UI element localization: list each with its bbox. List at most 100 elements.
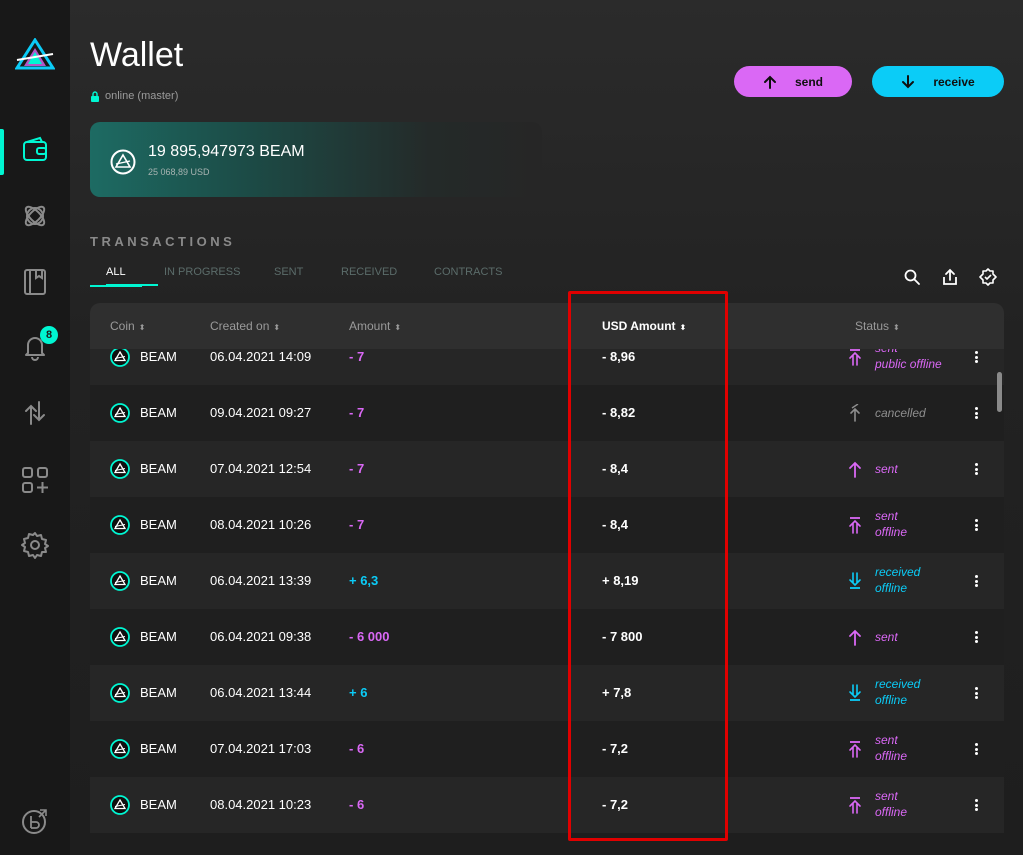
row-menu-button[interactable] — [972, 405, 980, 421]
table-row[interactable]: BEAM 09.04.2021 09:27 - 7 - 8,82 cancelled — [90, 385, 1004, 441]
row-menu-button[interactable] — [972, 629, 980, 645]
row-menu-button[interactable] — [972, 461, 980, 477]
sidebar-item-address-book[interactable] — [0, 259, 70, 305]
sent-public-offline-icon — [849, 349, 861, 366]
table-row[interactable]: BEAM 06.04.2021 13:39 + 6,3 + 8,19 received o… — [90, 553, 1004, 609]
row-usd-amount: - 8,96 — [602, 349, 636, 364]
row-coin: BEAM — [140, 629, 177, 644]
tab-sent[interactable]: SENT — [274, 266, 303, 278]
dot — [974, 416, 978, 419]
dot — [974, 747, 978, 751]
search-icon[interactable] — [903, 268, 921, 286]
dot — [974, 411, 978, 415]
row-coin: BEAM — [140, 461, 177, 476]
beam-coin-icon — [110, 739, 130, 759]
sidebar-item-atom[interactable] — [0, 193, 70, 239]
row-menu-button[interactable] — [972, 517, 980, 533]
row-date: 06.04.2021 13:39 — [210, 573, 312, 588]
row-coin: BEAM — [140, 349, 177, 364]
row-menu-button[interactable] — [972, 349, 980, 365]
row-status: sent offline — [875, 788, 907, 820]
row-amount: + 6,3 — [349, 573, 379, 588]
sidebar-item-wallet[interactable] — [0, 127, 70, 175]
beam-coin-icon — [110, 515, 130, 535]
table-row[interactable]: BEAM 06.04.2021 14:09 - 7 - 8,96 sent public … — [90, 349, 1004, 385]
tab-all[interactable]: ALL — [106, 266, 157, 286]
row-usd-amount: - 7,2 — [602, 741, 629, 756]
sidebar-item-apps[interactable] — [0, 457, 70, 503]
beam-coin-icon — [110, 349, 130, 367]
row-date: 07.04.2021 17:03 — [210, 741, 312, 756]
table-row[interactable]: BEAM 06.04.2021 09:38 - 6 000 - 7 800 sent — [90, 609, 1004, 665]
tab-received[interactable]: RECEIVED — [341, 266, 397, 278]
beamx-external-icon — [22, 809, 47, 834]
column-header-amount[interactable]: Amount ⬍ — [349, 319, 401, 333]
row-usd-amount: - 8,82 — [602, 405, 636, 420]
row-status-line1: sent — [875, 630, 898, 644]
dot — [974, 803, 978, 807]
row-coin: BEAM — [140, 797, 177, 812]
row-menu-button[interactable] — [972, 573, 980, 589]
row-usd-amount: - 7 800 — [602, 629, 643, 644]
row-amount: - 6 — [349, 741, 365, 756]
apps-grid-icon — [22, 467, 48, 493]
beam-coin-icon — [110, 627, 130, 647]
sent-arrow-icon — [849, 629, 861, 646]
beam-coin-icon — [110, 571, 130, 591]
sidebar-item-transfers[interactable] — [0, 390, 70, 436]
sent-offline-icon — [849, 797, 861, 814]
row-amount: + 6 — [349, 685, 368, 700]
table-row[interactable]: BEAM 07.04.2021 17:03 - 6 - 7,2 sent offline — [90, 721, 1004, 777]
row-status-line2: offline — [875, 805, 908, 819]
dot — [974, 519, 978, 522]
dot — [974, 635, 978, 639]
column-header-coin[interactable]: Coin ⬍ — [110, 319, 145, 333]
row-usd-amount: - 8,4 — [602, 517, 629, 532]
row-status: sent public offline — [875, 349, 942, 372]
column-header-usd[interactable]: USD Amount ⬍ — [602, 319, 686, 333]
table-row[interactable]: BEAM 08.04.2021 10:23 - 6 - 7,2 sent offline — [90, 777, 1004, 833]
row-status-line1: sent — [875, 462, 898, 476]
send-button[interactable]: send — [734, 66, 852, 97]
row-status-line1: received — [875, 565, 921, 579]
sidebar-item-notifications[interactable]: 8 — [0, 323, 70, 369]
sidebar-item-settings[interactable] — [0, 522, 70, 568]
scrollbar[interactable] — [997, 372, 1002, 412]
row-status-line2: offline — [875, 693, 908, 707]
table-row[interactable]: BEAM 08.04.2021 10:26 - 7 - 8,4 sent offline — [90, 497, 1004, 553]
row-menu-button[interactable] — [972, 741, 980, 757]
dot — [974, 579, 978, 583]
column-header-status[interactable]: Status ⬍ — [855, 319, 900, 333]
wallet-icon — [23, 136, 47, 161]
sort-icon: ⬍ — [679, 323, 687, 332]
export-icon[interactable] — [941, 268, 959, 286]
row-coin: BEAM — [140, 405, 177, 420]
tab-contracts[interactable]: CONTRACTS — [434, 266, 502, 278]
sidebar-item-beamx[interactable] — [0, 798, 70, 844]
gear-icon — [21, 532, 49, 559]
atom-icon — [24, 205, 46, 227]
row-coin: BEAM — [140, 741, 177, 756]
column-usd-label: USD Amount — [602, 319, 676, 333]
table-row[interactable]: BEAM 07.04.2021 12:54 - 7 - 8,4 sent — [90, 441, 1004, 497]
row-date: 06.04.2021 13:44 — [210, 685, 312, 700]
row-menu-button[interactable] — [972, 685, 980, 701]
balance-card: 19 895,947973 BEAM 25 068,89 USD — [90, 122, 542, 197]
main-panel: Wallet online (master) send receive 19 8… — [70, 0, 1023, 855]
cancelled-icon — [850, 404, 860, 422]
row-amount: - 7 — [349, 461, 365, 476]
tab-in-progress[interactable]: IN PROGRESS — [164, 266, 240, 278]
beam-coin-icon — [110, 149, 136, 175]
verified-check-icon[interactable] — [979, 268, 997, 286]
row-status-line2: offline — [875, 749, 908, 763]
row-menu-button[interactable] — [972, 797, 980, 813]
receive-button[interactable]: receive — [872, 66, 1004, 97]
column-header-created[interactable]: Created on ⬍ — [210, 319, 280, 333]
sent-offline-icon — [849, 741, 861, 758]
arrow-up-icon — [763, 75, 776, 89]
table-header: Coin ⬍ Created on ⬍ Amount ⬍ USD Amount ⬍ St… — [90, 303, 1004, 349]
beam-coin-icon — [110, 403, 130, 423]
connection-status: online (master) — [90, 90, 178, 102]
dot — [974, 799, 978, 802]
table-row[interactable]: BEAM 06.04.2021 13:44 + 6 + 7,8 received offl… — [90, 665, 1004, 721]
